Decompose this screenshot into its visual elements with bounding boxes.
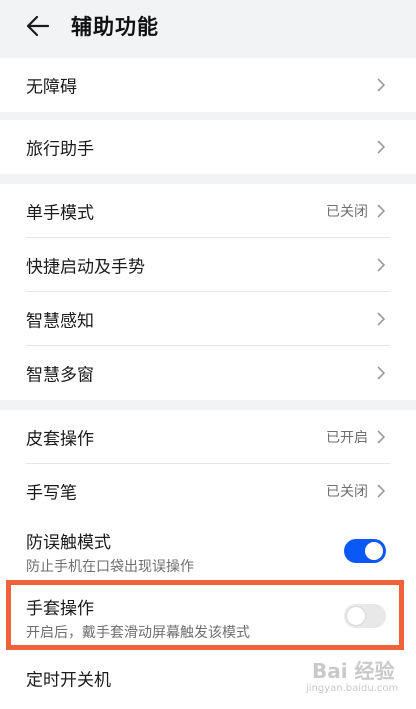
row-accidental-touch: 防误触模式 防止手机在口袋出现误操作 bbox=[0, 518, 416, 584]
row-label: 防误触模式 bbox=[26, 533, 111, 553]
page-title: 辅助功能 bbox=[71, 15, 159, 39]
chevron-right-icon bbox=[377, 312, 386, 326]
chevron-right-icon bbox=[377, 204, 386, 218]
toggle-knob bbox=[365, 542, 383, 560]
chevron-right-icon bbox=[377, 366, 386, 380]
chevron-right-icon bbox=[377, 484, 386, 498]
toggle-knob bbox=[347, 607, 365, 625]
row-label: 单手模式 bbox=[26, 203, 94, 224]
row-glove-mode: 手套操作 开启后，戴手套滑动屏幕触发该模式 bbox=[0, 584, 416, 648]
row-multi-window[interactable]: 智慧多窗 bbox=[0, 346, 416, 400]
accidental-touch-toggle[interactable] bbox=[344, 539, 386, 563]
row-label: 旅行助手 bbox=[26, 139, 94, 160]
row-label: 手套操作 bbox=[26, 599, 94, 619]
row-shortcuts-gestures[interactable]: 快捷启动及手势 bbox=[0, 238, 416, 292]
group-travel: 旅行助手 bbox=[0, 120, 416, 174]
status-text: 已关闭 bbox=[326, 204, 368, 220]
watermark-sub: jingyan.baidu.com bbox=[306, 683, 399, 694]
row-label: 定时开关机 bbox=[26, 670, 111, 691]
row-description: 防止手机在口袋出现误操作 bbox=[26, 559, 194, 575]
chevron-right-icon bbox=[377, 140, 386, 154]
chevron-right-icon bbox=[377, 258, 386, 272]
group-modes: 单手模式 已关闭 快捷启动及手势 智慧感知 智慧多窗 bbox=[0, 184, 416, 400]
row-label: 智慧感知 bbox=[26, 311, 94, 332]
back-arrow-icon[interactable] bbox=[24, 12, 52, 40]
baidu-watermark: Bai 经验 jingyan.baidu.com bbox=[292, 655, 402, 703]
status-text: 已开启 bbox=[326, 430, 368, 446]
row-travel-assistant[interactable]: 旅行助手 bbox=[0, 120, 416, 174]
chevron-right-icon bbox=[377, 430, 386, 444]
watermark-text: Bai 经验 bbox=[312, 659, 395, 683]
row-stylus[interactable]: 手写笔 已关闭 bbox=[0, 464, 416, 518]
glove-mode-toggle[interactable] bbox=[344, 604, 386, 628]
group-accessibility: 无障碍 bbox=[0, 58, 416, 112]
row-cover-operation[interactable]: 皮套操作 已开启 bbox=[0, 410, 416, 464]
row-label: 快捷启动及手势 bbox=[26, 257, 145, 278]
row-label: 皮套操作 bbox=[26, 429, 94, 450]
header: 辅助功能 bbox=[0, 0, 416, 52]
row-smart-sensing[interactable]: 智慧感知 bbox=[0, 292, 416, 346]
chevron-right-icon bbox=[377, 78, 386, 92]
row-label: 无障碍 bbox=[26, 77, 77, 98]
row-one-handed-mode[interactable]: 单手模式 已关闭 bbox=[0, 184, 416, 238]
row-label: 智慧多窗 bbox=[26, 365, 94, 386]
row-label: 手写笔 bbox=[26, 483, 77, 504]
status-text: 已关闭 bbox=[326, 484, 368, 500]
row-description: 开启后，戴手套滑动屏幕触发该模式 bbox=[26, 625, 250, 641]
row-accessibility[interactable]: 无障碍 bbox=[0, 58, 416, 112]
